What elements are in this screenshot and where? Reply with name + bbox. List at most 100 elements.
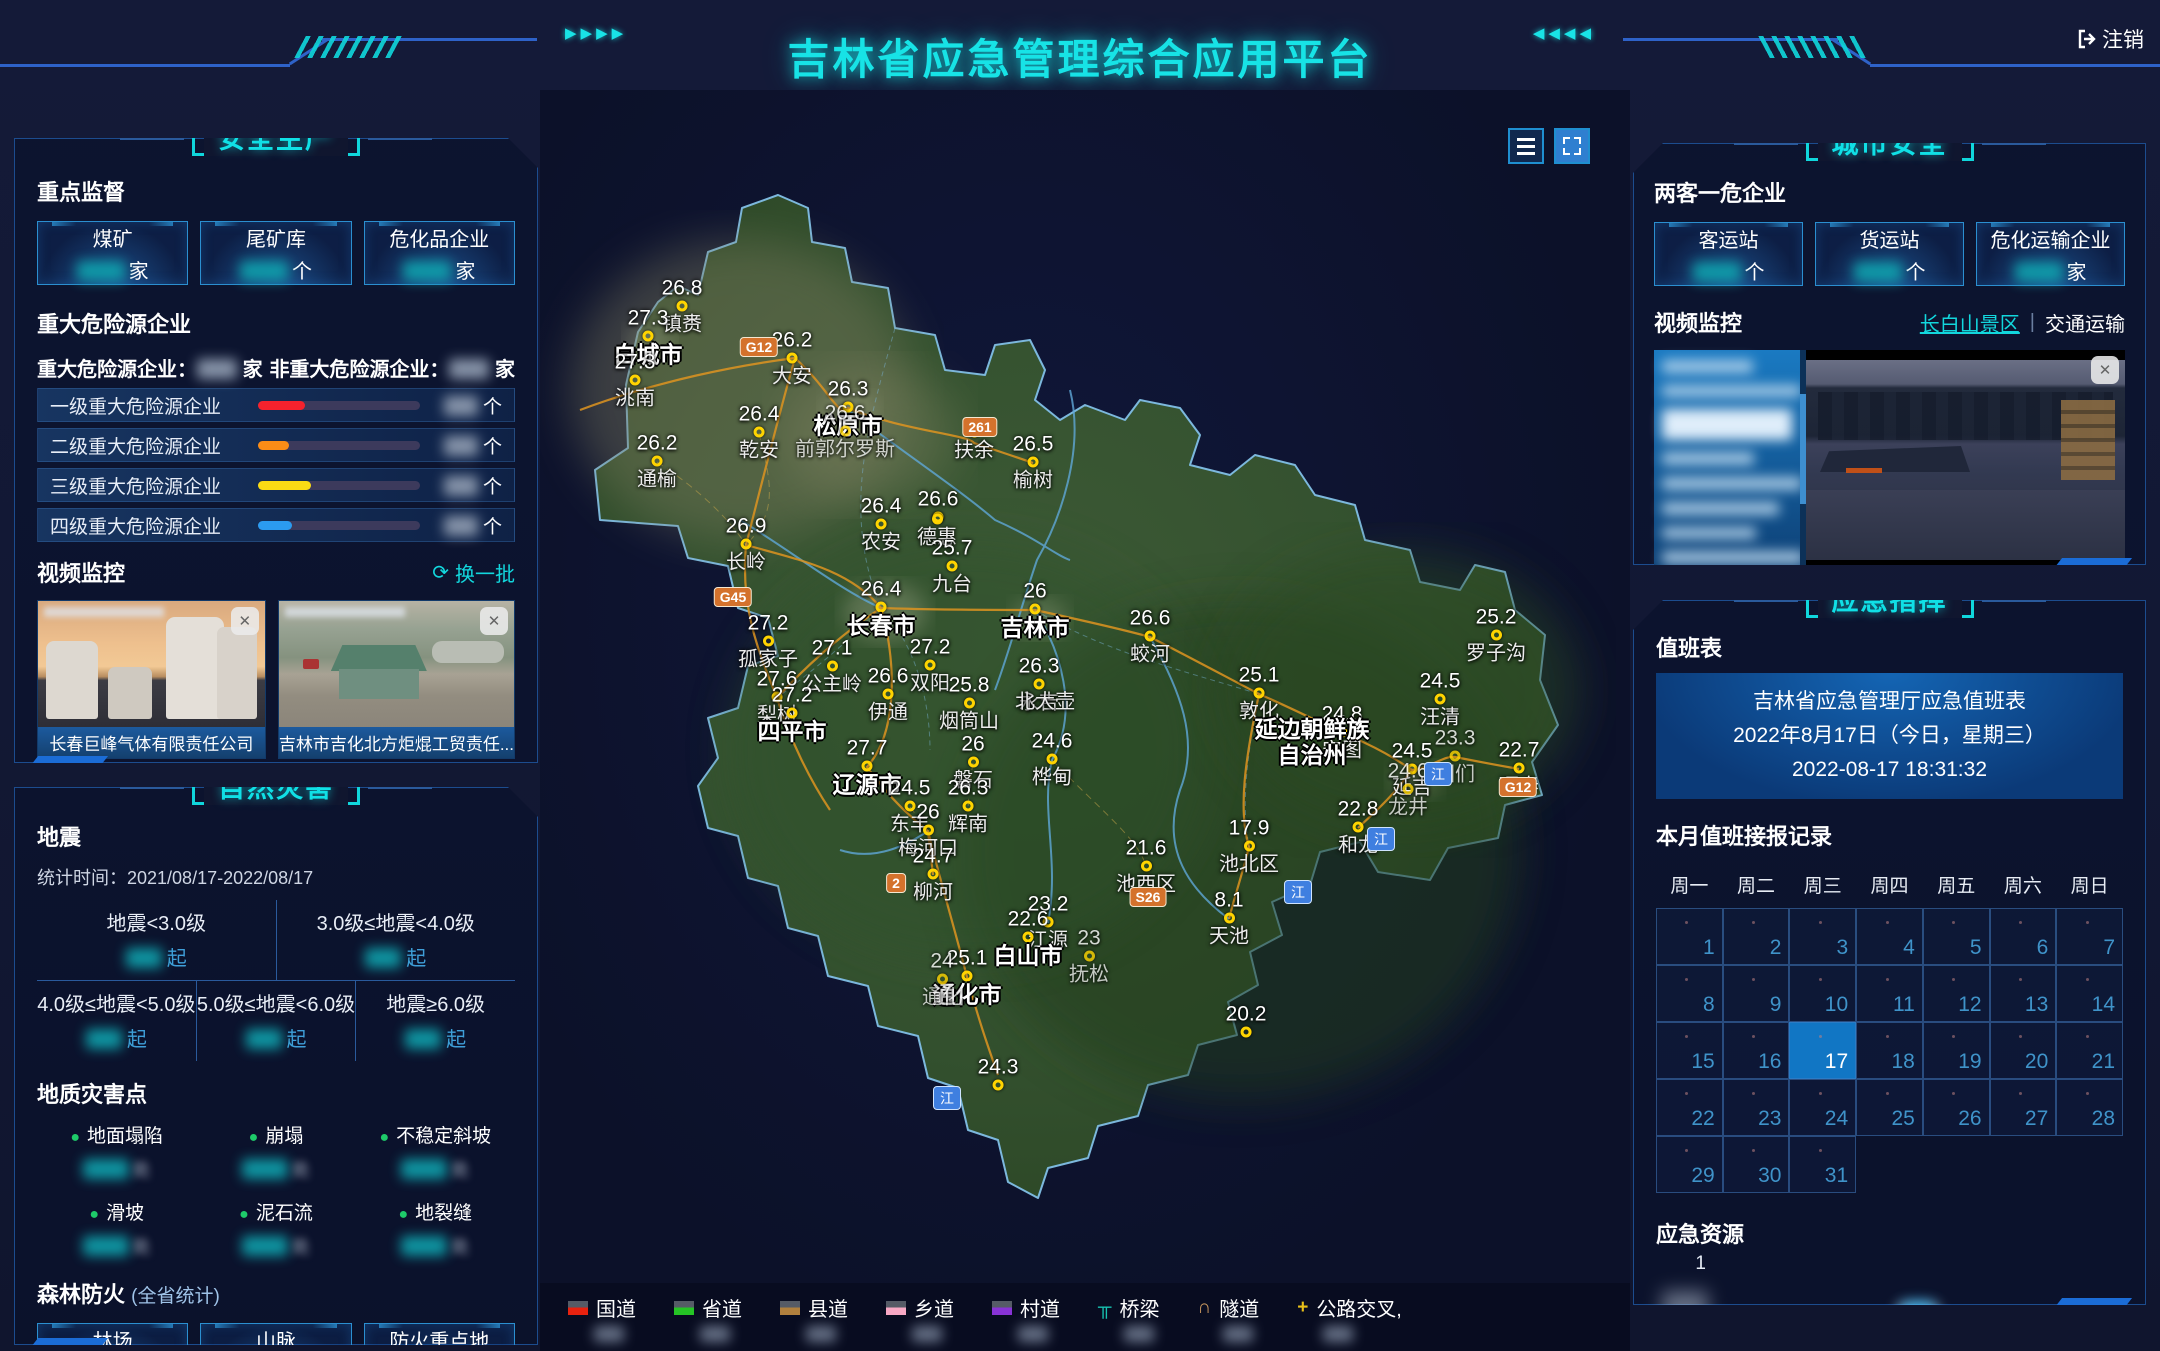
city-marker-通化[interactable]: 24通化 [922,952,962,1009]
city-marker-图们[interactable]: 23.3图们 [1435,729,1476,786]
calendar-day[interactable]: 22 [1656,1079,1723,1136]
calendar-day[interactable]: 18 [1856,1022,1923,1079]
calendar-day[interactable]: 27 [1990,1079,2057,1136]
logout-button[interactable]: 注销 [2077,24,2144,54]
calendar-day[interactable]: 14 [2056,965,2123,1022]
key-supervision-card-3[interactable]: 危化品企业家 [364,221,515,285]
city-marker-梨树[interactable]: 27.6梨树 [757,670,798,727]
city-marker-镇赉[interactable]: 26.8镇赉 [662,279,703,336]
city-marker-汪清[interactable]: 24.5汪清 [1420,672,1461,729]
city-marker-梅河口[interactable]: 26梅河口 [898,803,958,860]
city-marker[interactable]: 24.3 [978,1058,1019,1093]
city-marker-榆树[interactable]: 26.5榆树 [1013,435,1054,492]
calendar-day[interactable]: 1 [1656,908,1723,965]
camera-list-item[interactable] [1662,360,1753,373]
calendar-day[interactable]: 28 [2056,1079,2123,1136]
legend-item-4[interactable]: 乡道 [886,1293,954,1342]
calendar-day[interactable]: 20 [1990,1022,2057,1079]
video-close-icon[interactable]: ✕ [2091,356,2119,384]
calendar-day[interactable]: 5 [1923,908,1990,965]
calendar-day[interactable]: 24 [1789,1079,1856,1136]
city-marker-前郭尔罗斯[interactable]: 26.6前郭尔罗斯 [795,404,895,461]
city-marker[interactable]: 26.6 [918,490,959,525]
city-marker-和龙[interactable]: 22.8和龙 [1338,800,1379,857]
city-marker-蛟河[interactable]: 26.6蛟河 [1130,609,1171,666]
calendar-day[interactable]: 2 [1723,908,1790,965]
video-thumb-1[interactable]: ✕ 长春巨峰气体有限责任公司 [37,600,266,759]
city-marker-辉南[interactable]: 26.3辉南 [948,779,989,836]
city-marker-延吉[interactable]: 24.5延吉 [1392,742,1433,799]
video-close-icon[interactable]: ✕ [480,607,508,635]
calendar-day[interactable]: 15 [1656,1022,1723,1079]
calendar-day[interactable]: 30 [1723,1136,1790,1193]
city-marker-公主岭[interactable]: 27.1公主岭 [802,639,862,696]
legend-item-6[interactable]: ╥桥梁 [1098,1293,1159,1342]
city-marker-抚松[interactable]: 23抚松 [1069,929,1109,986]
legend-item-1[interactable]: 国道 [568,1293,636,1342]
video-thumb-2[interactable]: ✕ 吉林市吉化北方炬焜工贸责任... [278,600,515,759]
video-close-icon[interactable]: ✕ [231,607,259,635]
forest-fire-card-1[interactable]: 林场处 [37,1323,188,1351]
calendar-day[interactable]: 13 [1990,965,2057,1022]
city-marker-永吉[interactable]: 26.3永吉 [1019,657,1060,714]
key-supervision-card-2[interactable]: 尾矿库个 [200,221,351,285]
city-marker-乾安[interactable]: 26.4乾安 [739,405,780,462]
calendar-day-today[interactable]: 17 [1789,1022,1856,1079]
legend-item-2[interactable]: 省道 [674,1293,742,1342]
refresh-batch-button[interactable]: ⟳ 换一批 [432,558,515,587]
city-marker-四平市[interactable]: 27.2四平市 [758,686,827,743]
calendar-day[interactable]: 12 [1923,965,1990,1022]
city-marker-孤家子[interactable]: 27.2孤家子 [738,614,798,671]
calendar-day[interactable]: 11 [1856,965,1923,1022]
city-marker-双阳[interactable]: 27.2双阳 [910,638,951,695]
province-map[interactable]: 26.8镇赉27.3白城市27.3洮南26.2大安26.3松原市26.6前郭尔罗… [540,90,1630,1351]
city-marker-辽源市[interactable]: 27.7辽源市 [833,739,902,796]
camera-list-item[interactable] [1662,385,1801,398]
city-marker-桦甸[interactable]: 24.6桦甸 [1032,732,1073,789]
calendar-day[interactable]: 3 [1789,908,1856,965]
city-marker-安图[interactable]: 24.8安图 [1322,705,1363,762]
city-marker-烟筒山[interactable]: 25.8烟筒山 [939,676,999,733]
city-marker-北大壶[interactable]: 北大壶 [1015,691,1075,713]
city-marker-长岭[interactable]: 26.9长岭 [726,517,767,574]
city-marker-白山市[interactable]: 22.6白山市 [994,910,1063,967]
forest-fire-card-2[interactable]: 山脉处 [200,1323,351,1351]
camera-list-item[interactable] [1662,551,1804,564]
camera-list-item[interactable] [1662,502,1779,515]
calendar-day[interactable]: 16 [1723,1022,1790,1079]
calendar-day[interactable]: 26 [1923,1079,1990,1136]
city-marker-长春市[interactable]: 26.4长春市 [847,580,916,637]
city-marker-伊通[interactable]: 26.6伊通 [868,667,909,724]
tab-changbaishan[interactable]: 长白山景区 [1920,308,2020,337]
camera-list[interactable] [1654,350,1800,574]
calendar-day[interactable]: 19 [1923,1022,1990,1079]
calendar-day[interactable]: 4 [1856,908,1923,965]
city-marker-九台[interactable]: 25.7九台 [932,539,973,596]
enterprises-card-2[interactable]: 货运站个 [1815,222,1964,286]
city-marker-龙井[interactable]: 24.6龙井 [1388,762,1429,819]
city-marker-通榆[interactable]: 26.2通榆 [637,434,678,491]
legend-item-3[interactable]: 县道 [780,1293,848,1342]
city-marker-罗子沟[interactable]: 25.2罗子沟 [1466,608,1526,665]
calendar-day[interactable]: 9 [1723,965,1790,1022]
city-marker-珲春[interactable]: 22.7珲春 [1499,741,1540,798]
forest-fire-card-3[interactable]: 防火重点地处 [364,1323,515,1351]
camera-list-item[interactable] [1662,452,1754,465]
enterprises-card-1[interactable]: 客运站个 [1654,222,1803,286]
legend-item-5[interactable]: 村道 [992,1293,1060,1342]
city-marker[interactable]: 20.2 [1226,1005,1267,1040]
calendar-day[interactable]: 10 [1789,965,1856,1022]
map-fullscreen-button[interactable] [1554,128,1590,164]
city-marker-柳河[interactable]: 24.7柳河 [913,847,954,904]
city-marker-松原市[interactable]: 26.3松原市 [814,380,883,437]
calendar-day[interactable]: 6 [1990,908,2057,965]
camera-list-item[interactable] [1662,477,1802,490]
tab-transport[interactable]: 交通运输 [2045,308,2125,337]
camera-list-item-active[interactable] [1662,409,1792,440]
city-marker-扶余[interactable]: 扶余 [954,425,994,462]
key-supervision-card-1[interactable]: 煤矿家 [37,221,188,285]
city-marker-池西区[interactable]: 21.6池西区 [1116,839,1176,896]
city-marker-敦化[interactable]: 25.1敦化 [1239,666,1280,723]
legend-item-7[interactable]: ∩隧道 [1197,1293,1259,1342]
enterprises-card-3[interactable]: 危化运输企业家 [1976,222,2125,286]
